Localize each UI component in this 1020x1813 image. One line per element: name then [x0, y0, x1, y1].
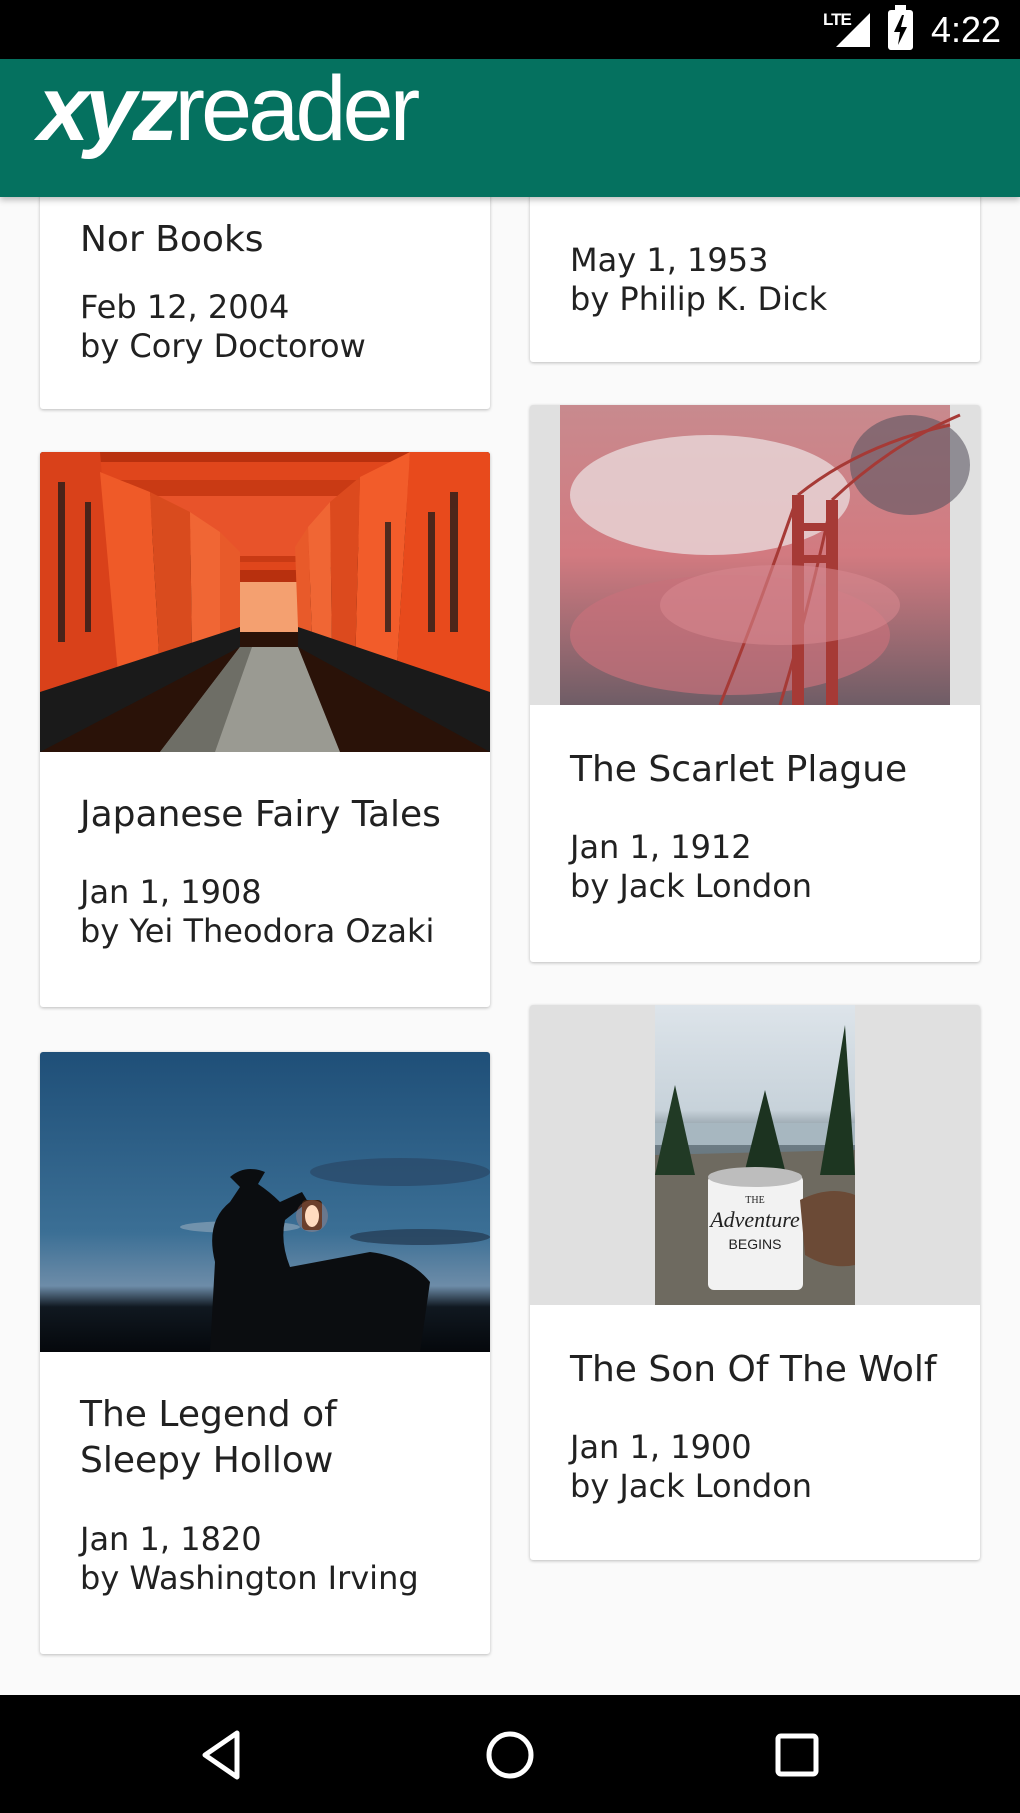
golden-gate-bridge-fog-photo [530, 405, 980, 705]
status-time: 4:22 [931, 9, 1002, 50]
article-date: May 1, 1953 [570, 241, 769, 279]
signal-icon [836, 13, 870, 47]
status-bar: LTE 4:22 [0, 0, 1020, 59]
article-title: The Scarlet Plague [570, 749, 908, 790]
article-card[interactable]: Nor Books Feb 12, 2004 by Cory Doctorow [40, 197, 490, 409]
article-author: by Yei Theodora Ozaki [80, 912, 435, 950]
article-date: Jan 1, 1900 [570, 1428, 752, 1466]
article-author: by Cory Doctorow [80, 327, 366, 365]
article-title: The Son Of The Wolf [570, 1349, 937, 1390]
article-title-line: Sleepy Hollow [80, 1440, 334, 1481]
article-date: Jan 1, 1912 [570, 828, 752, 866]
article-card[interactable]: THE Adventure BEGINS The Son Of The Wolf… [530, 1005, 980, 1560]
article-date: Jan 1, 1820 [80, 1520, 262, 1558]
article-thumbnail [40, 452, 490, 752]
article-thumbnail [40, 1052, 490, 1352]
article-title-line: The Legend of [80, 1394, 337, 1435]
article-card[interactable]: The Scarlet Plague Jan 1, 1912 by Jack L… [530, 405, 980, 962]
article-title: The Legend of Sleepy Hollow [80, 1392, 337, 1484]
article-list[interactable]: Nor Books Feb 12, 2004 by Cory Doctorow … [0, 197, 1020, 1695]
red-torii-gates-photo [40, 452, 490, 752]
recents-icon[interactable] [767, 1725, 827, 1785]
article-author: by Jack London [570, 867, 813, 905]
logo-bold-text: xyz [38, 58, 178, 160]
article-author: by Jack London [570, 1467, 813, 1505]
article-card[interactable]: The Legend of Sleepy Hollow Jan 1, 1820 … [40, 1052, 490, 1654]
article-title: Nor Books [80, 219, 264, 260]
article-author: by Philip K. Dick [570, 280, 828, 318]
rider-with-lantern-photo [40, 1052, 490, 1352]
home-icon[interactable] [480, 1725, 540, 1785]
article-title: Japanese Fairy Tales [80, 794, 441, 835]
logo-light-text: reader [174, 58, 420, 160]
mug-text: BEGINS [729, 1236, 782, 1252]
article-card[interactable]: May 1, 1953 by Philip K. Dick [530, 197, 980, 362]
mug-text: THE [745, 1195, 764, 1206]
app-logo: xyzreader [38, 57, 420, 162]
article-card[interactable]: Japanese Fairy Tales Jan 1, 1908 by Yei … [40, 452, 490, 1007]
adventure-mug-photo: THE Adventure BEGINS [530, 1005, 980, 1305]
app-bar: xyzreader [0, 57, 1020, 197]
article-date: Jan 1, 1908 [80, 873, 262, 911]
mug-text: Adventure [708, 1207, 800, 1232]
back-icon[interactable] [195, 1725, 255, 1785]
article-date: Feb 12, 2004 [80, 288, 290, 326]
article-thumbnail: THE Adventure BEGINS [530, 1005, 980, 1305]
article-thumbnail [530, 405, 980, 705]
article-author: by Washington Irving [80, 1559, 419, 1597]
battery-charging-icon [888, 5, 913, 50]
navigation-bar [0, 1695, 1020, 1813]
